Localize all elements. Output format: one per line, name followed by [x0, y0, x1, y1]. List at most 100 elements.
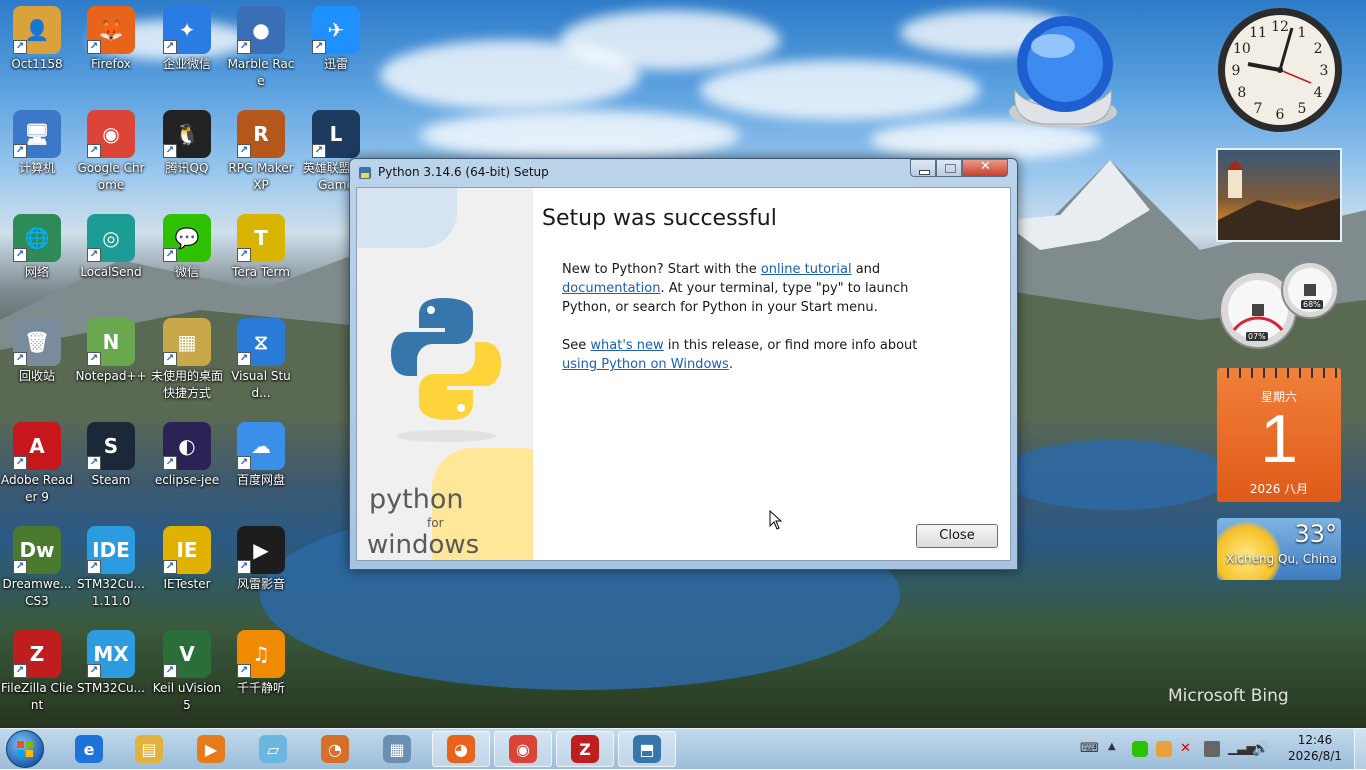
- desktop-icon[interactable]: ✈ ↗ 迅雷: [299, 0, 373, 96]
- desktop-icon-label: Steam: [91, 473, 131, 487]
- taskbar-app-notes[interactable]: ▱: [244, 731, 302, 767]
- taskbar-app-chrome[interactable]: ◉: [494, 731, 552, 767]
- signal-icon[interactable]: ▁▃▅: [1228, 741, 1256, 757]
- desktop-icon-label: Dreamwe... CS3: [2, 577, 72, 608]
- taskbar-app-calculator[interactable]: ▦: [368, 731, 426, 767]
- filezilla-icon: Z: [571, 735, 599, 763]
- keyboard-icon[interactable]: ⌨: [1080, 741, 1099, 757]
- desktop-icon[interactable]: 🖥 ↗ 计算机: [0, 104, 74, 200]
- start-button[interactable]: [6, 730, 44, 768]
- desktop-icon-label: 腾讯QQ: [165, 161, 209, 175]
- app-icon: 👤 ↗: [13, 6, 61, 54]
- shortcut-arrow-icon: ↗: [237, 664, 251, 678]
- desktop-icon[interactable]: A ↗ Adobe Reader 9: [0, 416, 74, 512]
- taskbar-app-internet-explorer[interactable]: e: [60, 731, 118, 767]
- close-button[interactable]: Close: [916, 524, 998, 548]
- window-titlebar[interactable]: Python 3.14.6 (64-bit) Setup ✕: [350, 159, 1017, 187]
- desktop-icon-label: 企业微信: [162, 57, 211, 71]
- network-x-icon[interactable]: ✕: [1180, 741, 1196, 757]
- desktop-icon[interactable]: 🐧 ↗ 腾讯QQ: [150, 104, 224, 200]
- app-icon: ✈ ↗: [312, 6, 360, 54]
- close-icon: ✕: [980, 159, 991, 174]
- taskbar-clock[interactable]: 12:46 2026/8/1: [1284, 732, 1346, 764]
- chrome-icon: ◉: [509, 735, 537, 763]
- desktop-icon-label: Visual Stud...: [231, 369, 291, 400]
- using-python-on-windows-link[interactable]: using Python on Windows: [562, 357, 729, 372]
- show-hidden-icons-icon[interactable]: ▲: [1108, 741, 1124, 757]
- desktop-icon[interactable]: R ↗ RPG Maker XP: [224, 104, 298, 200]
- desktop-icon[interactable]: ♫ ↗ 千千静听: [224, 624, 298, 720]
- window-title: Python 3.14.6 (64-bit) Setup: [378, 165, 549, 179]
- shortcut-arrow-icon: ↗: [163, 560, 177, 574]
- documentation-link[interactable]: documentation: [562, 281, 660, 296]
- maximize-button[interactable]: [936, 159, 962, 177]
- desktop-icon-label: IETester: [163, 577, 211, 591]
- desktop-icon[interactable]: 💬 ↗ 微信: [150, 208, 224, 304]
- desktop-icon[interactable]: 🗑 ↗ 回收站: [0, 312, 74, 408]
- desktop-icon[interactable]: ⧖ ↗ Visual Stud...: [224, 312, 298, 408]
- shortcut-arrow-icon: ↗: [13, 40, 27, 54]
- desktop-icon[interactable]: 🌐 ↗ 网络: [0, 208, 74, 304]
- desktop-icon[interactable]: S ↗ Steam: [74, 416, 148, 512]
- app-icon: Dw ↗: [13, 526, 61, 574]
- taskbar-app-media-player[interactable]: ▶: [182, 731, 240, 767]
- taskbar-app-file-explorer[interactable]: ▤: [120, 731, 178, 767]
- desktop-icon[interactable]: N ↗ Notepad++: [74, 312, 148, 408]
- taskbar-app-filezilla[interactable]: Z: [556, 731, 614, 767]
- weather-gadget: 33° Xicheng Qu, China: [1217, 518, 1341, 580]
- desktop-icon[interactable]: ◉ ↗ Google Chrome: [74, 104, 148, 200]
- desktop-icon[interactable]: IDE ↗ STM32Cu... 1.11.0: [74, 520, 148, 616]
- desktop-icon[interactable]: Z ↗ FileZilla Client: [0, 624, 74, 720]
- whats-new-link[interactable]: what's new: [590, 338, 663, 353]
- device-tray-icon[interactable]: [1204, 741, 1220, 757]
- taskbar-app-paint[interactable]: ◔: [306, 731, 364, 767]
- app-icon: IE ↗: [163, 526, 211, 574]
- shortcut-arrow-icon: ↗: [13, 248, 27, 262]
- desktop-icon[interactable]: ▶ ↗ 风雷影音: [224, 520, 298, 616]
- cpu-percent: 07%: [1246, 332, 1268, 341]
- python-setup-icon: [359, 167, 371, 179]
- security-tray-icon[interactable]: [1156, 741, 1172, 757]
- volume-icon[interactable]: 🔊: [1252, 741, 1269, 757]
- app-icon: ⧖ ↗: [237, 318, 285, 366]
- intro-text-1: New to Python? Start with the: [562, 262, 761, 277]
- app-icon: ▶ ↗: [237, 526, 285, 574]
- info-text-3: .: [728, 357, 733, 372]
- desktop-icon-label: 微信: [174, 265, 199, 279]
- desktop-icon[interactable]: ☁ ↗ 百度网盘: [224, 416, 298, 512]
- show-desktop-button[interactable]: [1354, 729, 1366, 769]
- app-icon: A ↗: [13, 422, 61, 470]
- shortcut-arrow-icon: ↗: [163, 40, 177, 54]
- taskbar-app-python-setup[interactable]: ⬒: [618, 731, 676, 767]
- desktop-icon[interactable]: ▦ ↗ 未使用的桌面快捷方式: [150, 312, 224, 408]
- app-icon: MX ↗: [87, 630, 135, 678]
- minimize-button[interactable]: [910, 159, 936, 177]
- desktop-icon[interactable]: Dw ↗ Dreamwe... CS3: [0, 520, 74, 616]
- desktop-icon[interactable]: IE ↗ IETester: [150, 520, 224, 616]
- desktop-icon[interactable]: T ↗ Tera Term: [224, 208, 298, 304]
- brand-for-text: for: [427, 516, 444, 530]
- shortcut-arrow-icon: ↗: [13, 456, 27, 470]
- app-icon: ♫ ↗: [237, 630, 285, 678]
- shortcut-arrow-icon: ↗: [163, 352, 177, 366]
- desktop-icon[interactable]: ✦ ↗ 企业微信: [150, 0, 224, 96]
- desktop-icon[interactable]: 👤 ↗ Oct1158: [0, 0, 74, 96]
- desktop-icon[interactable]: 🦊 ↗ Firefox: [74, 0, 148, 96]
- taskbar: e ▤ ▶ ▱ ◔ ▦ ◕ ◉ Z ⬒ ⌨ ▲ ✕ ▁▃▅ 🔊 12:46 2026/8/1: [0, 728, 1366, 769]
- desktop-icon[interactable]: ● ↗ Marble Race: [224, 0, 298, 96]
- clock-number: 6: [1276, 107, 1285, 123]
- desktop-icon[interactable]: ◐ ↗ eclipse-jee: [150, 416, 224, 512]
- app-icon: V ↗: [163, 630, 211, 678]
- app-icon: 💬 ↗: [163, 214, 211, 262]
- shortcut-arrow-icon: ↗: [87, 560, 101, 574]
- desktop-icon[interactable]: V ↗ Keil uVision5: [150, 624, 224, 720]
- close-window-button[interactable]: ✕: [962, 159, 1008, 177]
- taskbar-app-firefox[interactable]: ◕: [432, 731, 490, 767]
- desktop-icon[interactable]: MX ↗ STM32Cu...: [74, 624, 148, 720]
- window-content: python for windows Setup was successful …: [356, 187, 1011, 561]
- app-icon: ✦ ↗: [163, 6, 211, 54]
- desktop-icon-label: 未使用的桌面快捷方式: [151, 369, 224, 400]
- desktop-icon[interactable]: ◎ ↗ LocalSend: [74, 208, 148, 304]
- wechat-tray-icon[interactable]: [1132, 741, 1148, 757]
- online-tutorial-link[interactable]: online tutorial: [761, 262, 852, 277]
